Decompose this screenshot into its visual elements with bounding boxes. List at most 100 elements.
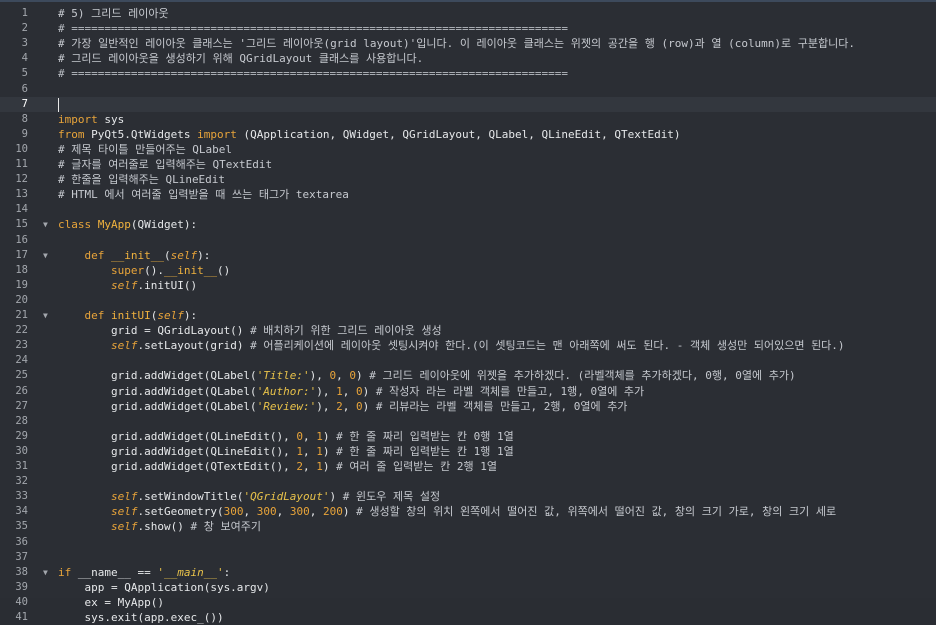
code-text: # ======================================… (58, 66, 568, 81)
code-line[interactable]: 1 # 5) 그리드 레이아웃 (0, 6, 936, 21)
code-line[interactable]: 19 self.initUI() (0, 278, 936, 293)
code-text: def __init__(self): (58, 248, 210, 263)
code-editor[interactable]: 1 # 5) 그리드 레이아웃 2 # =======================… (0, 0, 936, 624)
code-line[interactable]: 30 grid.addWidget(QLineEdit(), 1, 1) # 한… (0, 444, 936, 459)
code-line[interactable]: 24 (0, 353, 936, 368)
code-line[interactable]: 21 ▼ def initUI(self): (0, 308, 936, 323)
code-token: ): (183, 309, 198, 322)
code-line[interactable]: 33 self.setWindowTitle('QGridLayout') # … (0, 489, 936, 504)
text-cursor (58, 97, 59, 112)
code-text: import sys (58, 112, 124, 127)
code-line[interactable]: 32 (0, 474, 936, 489)
fold-toggle-icon[interactable]: ▼ (43, 565, 51, 580)
code-line[interactable]: 12 # 한줄을 입력해주는 QLineEdit (0, 172, 936, 187)
code-token: super (110, 263, 145, 277)
line-number: 34 (15, 505, 28, 518)
code-text: grid.addWidget(QTextEdit(), 2, 1) # 여러 줄… (58, 459, 497, 474)
code-line[interactable]: 29 grid.addWidget(QLineEdit(), 0, 1) # 한… (0, 429, 936, 444)
code-line[interactable]: 34 self.setGeometry(300, 300, 300, 200) … (0, 504, 936, 519)
code-text: # HTML 에서 여러줄 입력받을 때 쓰는 태그가 textarea (58, 187, 349, 202)
code-token: 1 (316, 429, 323, 443)
code-token: import (58, 112, 98, 126)
code-line[interactable]: 26 grid.addWidget(QLabel('Author:'), 1, … (0, 384, 936, 399)
code-line[interactable]: 39 app = QApplication(sys.argv) (0, 580, 936, 595)
code-text: grid.addWidget(QLineEdit(), 1, 1) # 한 줄 … (58, 444, 514, 459)
code-token: # 그리드 레이아웃에 위젯을 추가하겠다. (라벨객체를 추가하겠다, 0행,… (369, 369, 796, 383)
code-line[interactable]: 2 # =====================================… (0, 21, 936, 36)
line-number: 26 (15, 384, 28, 397)
code-line[interactable]: 28 (0, 414, 936, 429)
code-line[interactable]: 31 grid.addWidget(QTextEdit(), 2, 1) # 여… (0, 459, 936, 474)
code-line[interactable]: 17 ▼ def __init__(self): (0, 248, 936, 263)
fold-toggle-icon[interactable]: ▼ (43, 308, 51, 323)
line-number: 30 (15, 444, 28, 457)
code-token: __init__ (163, 263, 217, 277)
line-number: 19 (15, 278, 28, 291)
code-token: .initUI() (137, 278, 198, 292)
code-line[interactable]: 22 grid = QGridLayout() # 배치하기 위한 그리드 레이… (0, 323, 936, 338)
code-line[interactable]: 18 super().__init__() (0, 263, 936, 278)
code-token: # 리뷰라는 라벨 객체를 만들고, 2행, 0열에 추가 (375, 399, 628, 413)
code-line[interactable]: 15 ▼ class MyApp(QWidget): (0, 217, 936, 232)
code-line[interactable]: 41 sys.exit(app.exec_()) (0, 610, 936, 625)
code-line[interactable]: 13 # HTML 에서 여러줄 입력받을 때 쓰는 태그가 textarea (0, 187, 936, 202)
code-token: self (110, 278, 138, 292)
code-line[interactable]: 20 (0, 293, 936, 308)
line-number: 31 (15, 460, 28, 472)
code-token: ( (163, 248, 171, 262)
line-number: 20 (15, 293, 28, 306)
code-line[interactable]: 10 # 제목 타이틀 만들어주는 QLabel (0, 142, 936, 157)
code-token: grid.addWidget(QTextEdit(), (58, 460, 297, 473)
code-token: ) (362, 399, 376, 413)
code-line[interactable]: 36 (0, 535, 936, 550)
fold-toggle-icon[interactable]: ▼ (43, 248, 51, 263)
code-line[interactable]: 5 # =====================================… (0, 66, 936, 81)
code-token: if (58, 565, 72, 579)
line-number: 11 (15, 158, 28, 170)
code-text: sys.exit(app.exec_()) (58, 610, 223, 625)
line-number: 1 (21, 7, 28, 19)
code-token: (QWidget): (130, 218, 198, 232)
code-line[interactable]: 16 (0, 233, 936, 248)
code-line[interactable]: 6 (0, 82, 936, 97)
line-number: 23 (15, 339, 28, 352)
code-line[interactable]: 3 # 가장 일반적인 레이아웃 클래스는 '그리드 레이아웃(grid layo… (0, 36, 936, 51)
code-token: PyQt5.QtWidgets (84, 127, 198, 141)
code-token: 'Review:' (256, 399, 317, 413)
code-line[interactable]: 38 ▼ if __name__ == '__main__': (0, 565, 936, 580)
code-line[interactable]: 35 self.show() # 창 보여주기 (0, 519, 936, 534)
code-line[interactable]: 11 # 글자를 여러줄로 입력해주는 QTextEdit (0, 157, 936, 172)
code-token: # ======================================… (58, 67, 568, 81)
fold-toggle-icon[interactable]: ▼ (43, 217, 51, 232)
code-line[interactable]: 40 ex = MyApp() (0, 595, 936, 610)
code-token: , (342, 399, 357, 413)
code-token: self (110, 490, 138, 504)
code-line[interactable]: 7 (0, 96, 936, 112)
code-token: # 생성할 창의 위치 왼쪽에서 떨어진 값, 위쪽에서 떨어진 값, 창의 크… (356, 505, 837, 519)
code-text: # 5) 그리드 레이아웃 (58, 6, 169, 21)
code-text: self.setLayout(grid) # 어플리케이션에 레이아웃 셋팅시켜… (58, 338, 845, 353)
line-number: 39 (15, 580, 28, 593)
code-token: 1 (316, 460, 323, 473)
code-token: __init__ (110, 248, 164, 262)
line-number: 28 (15, 414, 28, 427)
code-line[interactable]: 37 (0, 550, 936, 565)
code-line[interactable]: 23 self.setLayout(grid) # 어플리케이션에 레이아웃 셋… (0, 338, 936, 353)
code-line[interactable]: 14 (0, 202, 936, 217)
code-line[interactable]: 8 import sys (0, 112, 936, 127)
code-token: 2 (336, 399, 343, 413)
code-line[interactable]: 4 # 그리드 레이아웃을 생성하기 위해 QGridLayout 클래스를 사용… (0, 51, 936, 66)
code-token: : (223, 565, 231, 579)
code-token: , (276, 505, 290, 519)
code-token: self (110, 339, 138, 353)
code-text: self.setGeometry(300, 300, 300, 200) # 생… (58, 504, 836, 519)
code-token: ) (342, 505, 357, 519)
line-number: 3 (21, 37, 28, 50)
code-line[interactable]: 9 from PyQt5.QtWidgets import (QApplicati… (0, 127, 936, 142)
code-line[interactable]: 27 grid.addWidget(QLabel('Review:'), 2, … (0, 399, 936, 414)
code-line[interactable]: 25 grid.addWidget(QLabel('Title:'), 0, 0… (0, 368, 936, 383)
code-token: ) (356, 369, 370, 383)
line-number: 9 (21, 127, 28, 140)
